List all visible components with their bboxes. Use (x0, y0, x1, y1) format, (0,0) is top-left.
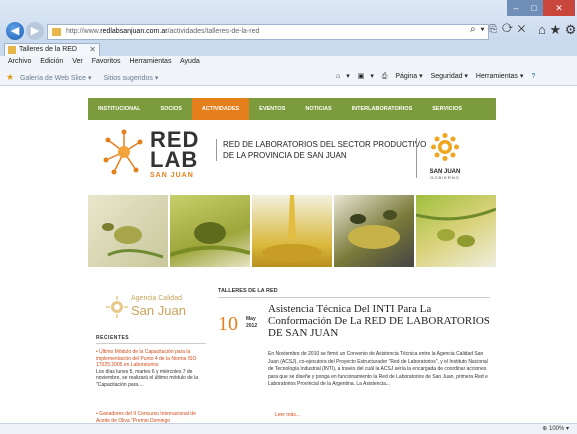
agency-sun-icon (106, 296, 128, 318)
recent-item-link[interactable]: • Último Módulo de la Capacitación para … (96, 349, 208, 369)
nav-eventos[interactable]: EVENTOS (249, 98, 295, 120)
site-nav: INSTITUCIONAL SOCIOS ACTIVIDADES EVENTOS… (88, 98, 496, 120)
nav-interlaboratorios[interactable]: INTERLABORATORIOS (342, 98, 423, 120)
recent-item-link[interactable]: • Ganadores del II Concurso Internaciona… (96, 411, 208, 423)
agency-line2: San Juan (131, 303, 186, 318)
sun-icon (431, 133, 459, 161)
date-month: May (246, 316, 256, 322)
banner-image-olive-branch (416, 195, 496, 267)
feeds-dropdown[interactable]: ▾ (370, 73, 374, 80)
banner-image-oil-pouring (252, 195, 332, 267)
feeds-icon[interactable]: ▣ (358, 73, 365, 80)
site-header: RED LAB SAN JUAN RED DE LABORATORIOS DEL… (100, 124, 496, 192)
tools-menu[interactable]: Herramientas ▾ (476, 73, 523, 80)
maximize-button[interactable]: □ (525, 0, 543, 16)
tab-strip: Talleres de la RED ✕ (0, 42, 577, 56)
favorites-star-icon[interactable]: ★ (6, 72, 14, 82)
page-viewport: INSTITUCIONAL SOCIOS ACTIVIDADES EVENTOS… (0, 87, 577, 423)
url-prefix: http://www. (66, 28, 101, 35)
nav-noticias[interactable]: NOTICIAS (295, 98, 341, 120)
page-menu[interactable]: Página ▾ (395, 73, 422, 80)
suggested-sites[interactable]: Sitios sugeridos ▾ (103, 75, 158, 82)
sidebar: Agencia Calidad San Juan RECIENTES • Últ… (88, 283, 208, 423)
site-header-title: RED DE LABORATORIOS DEL SECTOR PRODUCTIV… (216, 139, 436, 161)
close-window-button[interactable]: ✕ (543, 0, 575, 16)
nav-servicios[interactable]: SERVICIOS (422, 98, 472, 120)
web-slice-gallery[interactable]: Galería de Web Slice ▾ (20, 75, 91, 82)
menu-bar: Archivo Edición Ver Favoritos Herramient… (0, 56, 577, 68)
date-year: 2012 (246, 323, 258, 329)
menu-ver[interactable]: Ver (72, 58, 83, 65)
nav-institucional[interactable]: INSTITUCIONAL (88, 98, 150, 120)
redlab-wordmark[interactable]: RED LAB SAN JUAN (150, 129, 199, 180)
tab-title: Talleres de la RED (19, 46, 77, 53)
menu-ayuda[interactable]: Ayuda (180, 58, 200, 65)
banner-image-olive-closeup (170, 195, 250, 267)
menu-archivo[interactable]: Archivo (8, 58, 31, 65)
recent-item: • Último Módulo de la Capacitación para … (96, 349, 208, 388)
main-content: TALLERES DE LA RED 10 May 2012 Asistenci… (218, 283, 496, 423)
section-title: TALLERES DE LA RED (218, 288, 278, 294)
tab-favicon-icon (8, 46, 16, 54)
site-favicon-icon (52, 28, 61, 36)
article-title[interactable]: Asistencia Técnica Del INTI Para La Conf… (268, 303, 492, 339)
date-day: 10 (218, 313, 238, 335)
minimize-button[interactable]: – (507, 0, 525, 16)
home-icon[interactable]: ⌂ (336, 73, 340, 80)
banner-image-oil-bowl (334, 195, 414, 267)
recent-item: • Ganadores del II Concurso Internaciona… (96, 411, 208, 423)
back-button[interactable]: ◀ (6, 22, 24, 40)
divider (96, 343, 206, 344)
menu-edicion[interactable]: Edición (40, 58, 63, 65)
tab-active[interactable]: Talleres de la RED ✕ (4, 43, 100, 56)
favorites-bar: ★ Galería de Web Slice ▾ Sitios sugerido… (0, 68, 577, 86)
home-dropdown[interactable]: ▾ (346, 73, 350, 80)
nav-socios[interactable]: SOCIOS (150, 98, 191, 120)
address-tools[interactable]: ⌕ ▾ ⎘ ⟳ ✕ (470, 24, 526, 35)
url-domain: redlabsanjuan.com.ar (100, 28, 168, 35)
print-icon[interactable]: ⎙ (382, 73, 388, 80)
agency-line1: Agencia Calidad (131, 295, 182, 302)
photo-banner (88, 195, 496, 267)
help-icon[interactable]: ? (531, 73, 535, 80)
window-controls: – □ ✕ (507, 0, 575, 16)
security-menu[interactable]: Seguridad ▾ (431, 73, 468, 80)
zoom-control[interactable]: ⊕ 100% ▾ (542, 424, 569, 434)
address-bar[interactable]: http://www.redlabsanjuan.com.ar/activida… (47, 24, 489, 40)
menu-herramientas[interactable]: Herramientas (129, 58, 171, 65)
article-body: En Noviembre de 2010 se firmó un Conveni… (268, 351, 488, 387)
divider (218, 297, 490, 298)
home-star-gear-icons[interactable]: ⌂ ★ ⚙ (538, 22, 576, 38)
recent-item-text: Los días lunes 5, martes 6 y miércoles 7… (96, 368, 198, 388)
read-more-link[interactable]: Leer más... (275, 412, 300, 418)
recientes-heading: RECIENTES (96, 335, 130, 341)
agency-logo[interactable]: Agencia Calidad San Juan (104, 293, 208, 321)
menu-favoritos[interactable]: Favoritos (92, 58, 121, 65)
tab-close-icon[interactable]: ✕ (89, 44, 96, 56)
browser-titlebar: – □ ✕ ◀ ▶ http://www.redlabsanjuan.com.a… (0, 0, 577, 42)
redlab-logo-icon[interactable] (100, 124, 150, 184)
nav-actividades[interactable]: ACTIVIDADES (191, 98, 250, 120)
gov-logo[interactable]: SAN JUAN GOBIERNO (416, 132, 468, 182)
forward-button[interactable]: ▶ (26, 22, 44, 40)
url-path: /actividades/talleres-de-la-red (167, 28, 260, 35)
status-bar: ⊕ 100% ▾ (0, 423, 577, 434)
banner-image-olives-bowl (88, 195, 168, 267)
